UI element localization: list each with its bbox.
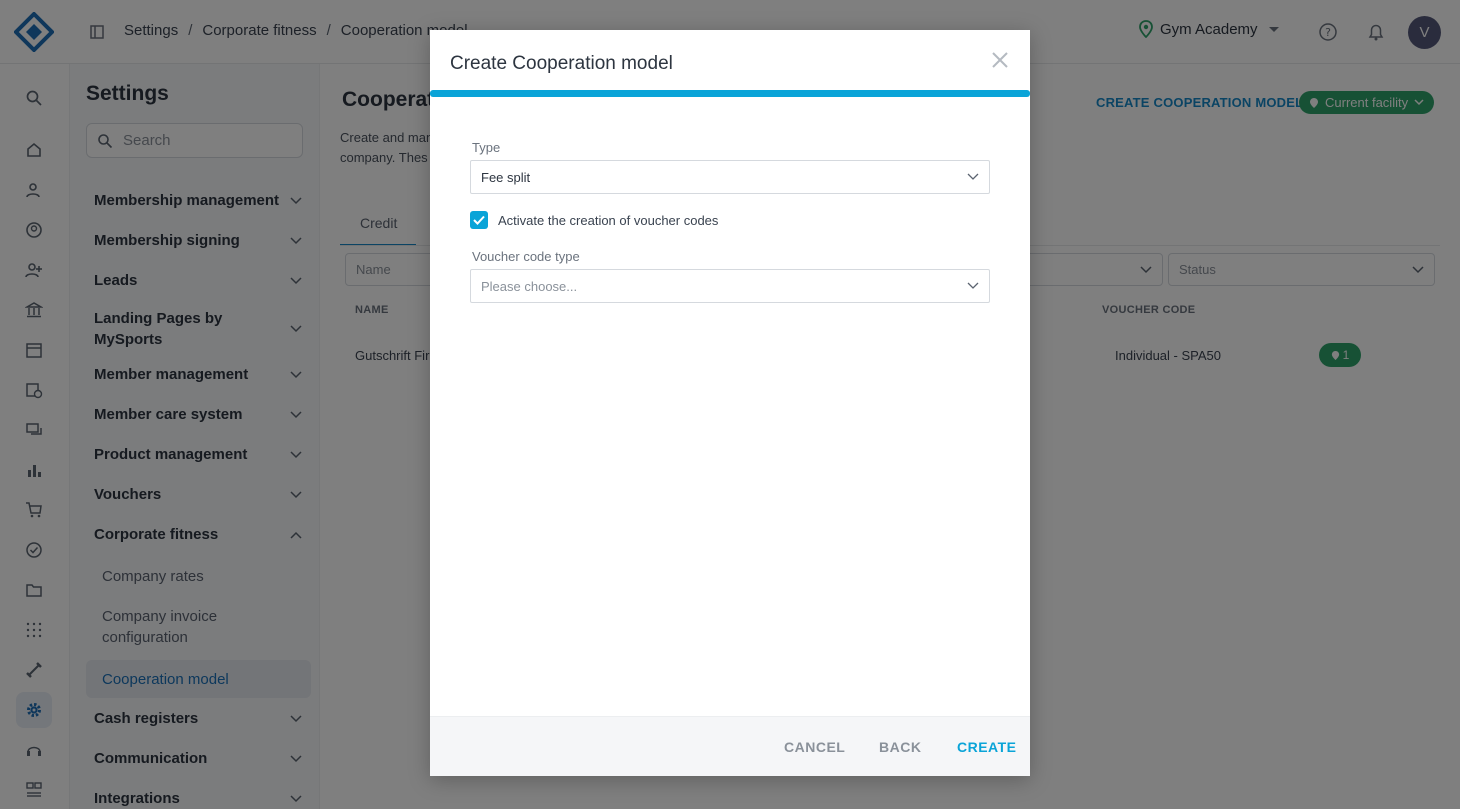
cancel-button[interactable]: CANCEL: [784, 739, 845, 755]
chevron-down-icon: [967, 173, 979, 180]
select-placeholder: Please choose...: [481, 278, 578, 294]
close-icon[interactable]: [990, 50, 1010, 70]
checkbox-label[interactable]: Activate the creation of voucher codes: [498, 213, 718, 228]
voucher-code-type-label: Voucher code type: [472, 249, 580, 264]
type-select[interactable]: Fee split: [470, 160, 990, 194]
dialog-footer: CANCEL BACK CREATE: [430, 716, 1030, 776]
type-select-value: Fee split: [481, 169, 531, 185]
voucher-codes-checkbox-row: Activate the creation of voucher codes: [470, 211, 718, 229]
checkmark-icon: [473, 215, 485, 225]
back-button[interactable]: BACK: [879, 739, 921, 755]
dialog-progress-bar: [430, 90, 1030, 97]
create-button[interactable]: CREATE: [957, 739, 1017, 755]
voucher-code-type-select[interactable]: Please choose...: [470, 269, 990, 303]
chevron-down-icon: [967, 282, 979, 289]
dialog-title: Create Cooperation model: [450, 53, 673, 74]
create-cooperation-model-dialog: Create Cooperation model Type Fee split …: [430, 30, 1030, 776]
type-label: Type: [472, 140, 501, 155]
activate-voucher-codes-checkbox[interactable]: [470, 211, 488, 229]
